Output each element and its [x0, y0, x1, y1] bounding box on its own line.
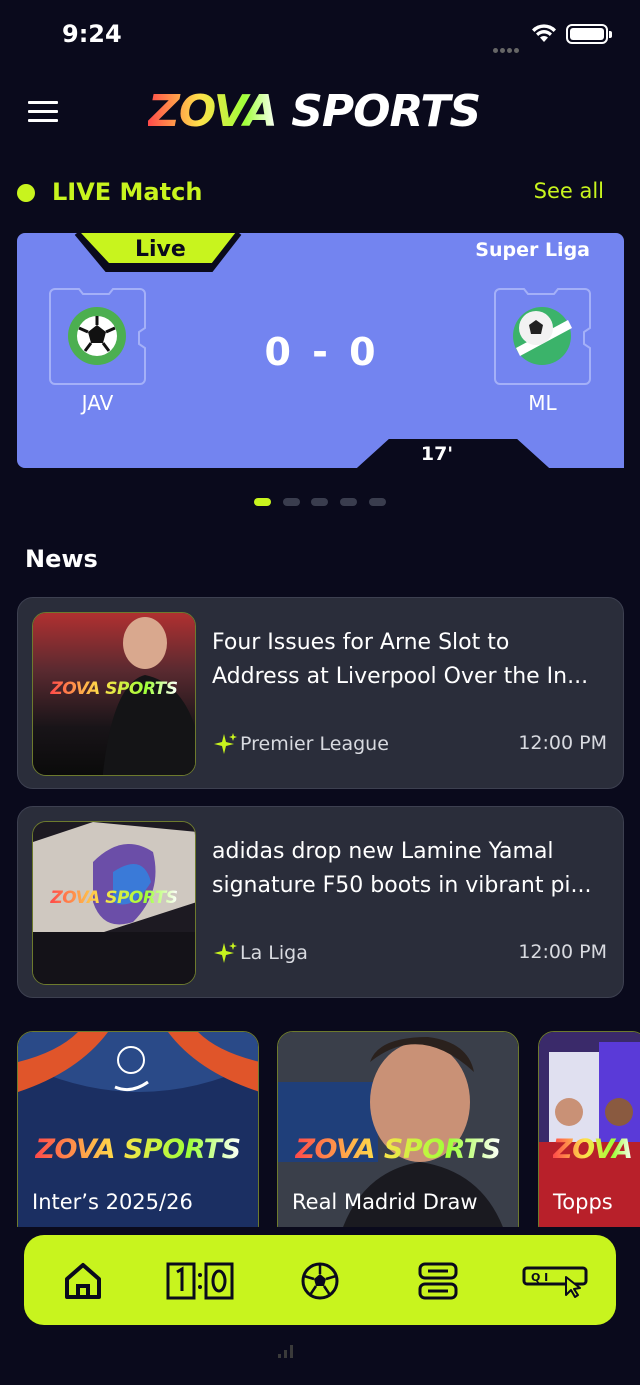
- news-thumbnail: ZOVA SPORTS: [32, 821, 196, 985]
- see-all-link[interactable]: See all: [534, 179, 604, 203]
- logo-part-2: SPORTS: [291, 86, 481, 137]
- signal-icon: [493, 38, 523, 53]
- news-league: Premier League: [214, 732, 389, 756]
- logo-part-1: ZOVA: [148, 86, 278, 137]
- story-card[interactable]: ZOVA Topps: [538, 1031, 640, 1227]
- league-name: Super Liga: [475, 239, 590, 261]
- scoreboard-icon: [166, 1262, 234, 1300]
- match-score: 0 - 0: [264, 330, 380, 374]
- bottom-signal-glyph: [276, 1342, 296, 1360]
- battery-icon: [566, 24, 612, 44]
- home-team-name: JAV: [81, 391, 114, 415]
- news-headline: adidas drop new Lamine Yamal signature F…: [212, 839, 592, 898]
- fixtures-icon: [418, 1262, 458, 1300]
- story-watermark: ZOVA: [553, 1134, 633, 1165]
- news-time: 12:00 PM: [518, 941, 607, 963]
- story-caption: Real Madrid Draw: [292, 1190, 478, 1214]
- tab-home[interactable]: [59, 1257, 107, 1305]
- live-indicator-dot: [17, 184, 35, 202]
- news-thumbnail: ZOVA SPORTS: [32, 612, 196, 776]
- home-team-badge: [49, 288, 146, 385]
- story-caption: Inter’s 2025/26: [32, 1190, 193, 1214]
- story-caption: Topps: [553, 1190, 613, 1214]
- svg-text:Q I: Q I: [531, 1271, 548, 1284]
- wifi-icon: [532, 24, 556, 42]
- thumbnail-watermark: ZOVA SPORTS: [50, 679, 178, 699]
- live-section-header: LIVE Match See all: [0, 174, 640, 210]
- news-card[interactable]: ZOVA SPORTS adidas drop new Lamine Yamal…: [17, 806, 624, 998]
- tab-matches[interactable]: [296, 1257, 344, 1305]
- carousel-dot[interactable]: [340, 498, 357, 506]
- tab-scores[interactable]: [164, 1257, 236, 1305]
- news-headline: Four Issues for Arne Slot to Address at …: [212, 630, 589, 689]
- story-watermark: ZOVA SPORTS: [295, 1134, 501, 1165]
- match-minute: 17': [420, 443, 454, 465]
- news-section-title: News: [25, 545, 98, 573]
- tab-fixtures[interactable]: [414, 1257, 462, 1305]
- bottom-tab-bar: Q I: [24, 1235, 616, 1325]
- carousel-dot[interactable]: [283, 498, 300, 506]
- status-bar: 9:24: [0, 0, 640, 70]
- thumbnail-watermark: ZOVA SPORTS: [50, 888, 178, 908]
- home-icon: [65, 1263, 101, 1299]
- sparkle-icon: [214, 942, 237, 963]
- carousel-dots: [254, 498, 394, 508]
- search-icon: Q I: [522, 1266, 588, 1298]
- news-league: La Liga: [214, 941, 308, 965]
- live-match-card[interactable]: Live Super Liga JAV 0 - 0 ML 17': [17, 233, 624, 468]
- football-icon: [301, 1262, 339, 1300]
- live-section-title: LIVE Match: [52, 178, 203, 206]
- app-header: ZOVA SPORTS: [0, 80, 640, 144]
- sparkle-icon: [214, 733, 237, 754]
- carousel-dot[interactable]: [311, 498, 328, 506]
- away-team-badge: [494, 288, 591, 385]
- story-card[interactable]: ZOVA SPORTS Inter’s 2025/26: [17, 1031, 259, 1227]
- stories-row: ZOVA SPORTS Inter’s 2025/26 ZOVA SPORTS …: [0, 1031, 640, 1227]
- menu-icon[interactable]: [28, 101, 58, 123]
- live-status-label: Live: [135, 237, 186, 262]
- story-card[interactable]: ZOVA SPORTS Real Madrid Draw: [277, 1031, 519, 1227]
- news-card[interactable]: ZOVA SPORTS Four Issues for Arne Slot to…: [17, 597, 624, 789]
- tab-search[interactable]: Q I: [520, 1257, 592, 1305]
- carousel-dot[interactable]: [369, 498, 386, 506]
- story-watermark: ZOVA SPORTS: [35, 1134, 241, 1165]
- away-team-name: ML: [528, 391, 557, 415]
- news-time: 12:00 PM: [518, 732, 607, 754]
- app-logo: ZOVA SPORTS: [148, 84, 493, 140]
- status-time: 9:24: [62, 20, 122, 48]
- carousel-dot-active[interactable]: [254, 498, 271, 506]
